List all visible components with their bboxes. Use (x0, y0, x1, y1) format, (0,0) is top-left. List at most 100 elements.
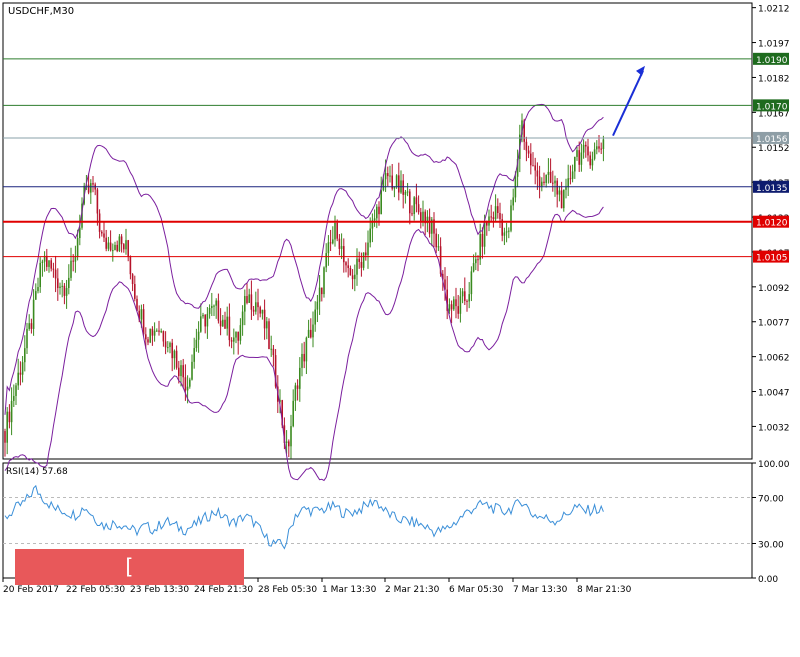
candle-body (248, 294, 250, 303)
candle-body (576, 150, 578, 157)
candle-body (68, 277, 70, 289)
candle-body (565, 187, 567, 190)
candle-body (389, 175, 391, 177)
candle-body (32, 299, 35, 329)
candle-body (6, 411, 8, 443)
candle-body (585, 144, 587, 147)
candle-body (494, 206, 497, 220)
candle-body (450, 304, 453, 310)
instaforex-watermark[interactable]: [ www.instaforex.com ] (15, 549, 244, 651)
candle-body (325, 253, 327, 268)
rsi-axis-tick-label: 30.00 (758, 541, 784, 551)
candle-body (118, 236, 121, 251)
candle-body (63, 285, 66, 296)
candle-body (211, 305, 213, 309)
candle-body (270, 348, 272, 350)
level-price-tag-label: 1.0135 (756, 184, 788, 194)
candle-body (70, 260, 72, 278)
candle-body (367, 242, 369, 256)
candle-body (28, 323, 30, 329)
candle-body (373, 218, 376, 221)
candle-body (327, 242, 330, 254)
candle-body (24, 348, 26, 363)
candle-body (90, 183, 92, 193)
candle-body (499, 212, 501, 220)
candle-body (354, 274, 356, 280)
candle-body (527, 150, 530, 154)
candle-body (147, 339, 149, 343)
candle-body (292, 400, 294, 427)
level-price-tag-label: 1.0105 (756, 254, 788, 264)
candle-body (538, 176, 541, 187)
candle-body (250, 294, 253, 310)
candle-body (593, 149, 596, 159)
candle-body (466, 300, 468, 302)
candle-body (222, 319, 224, 327)
candle-body (52, 268, 55, 270)
time-axis-tick-label: 28 Feb 05:30 (258, 585, 317, 595)
candle-body (175, 350, 178, 368)
candle-body (191, 361, 193, 380)
candle-body (290, 426, 292, 447)
projection-arrow-head (636, 65, 645, 76)
candle-body (235, 331, 237, 338)
price-axis-tick-label: 1.0032 (758, 423, 790, 433)
candle-body (380, 190, 382, 215)
rsi-label: RSI(14) 57.68 (6, 467, 68, 477)
candle-body (246, 296, 248, 303)
candle-body (101, 231, 103, 234)
candle-body (428, 216, 431, 234)
chart: 1.02121.01971.01821.01671.01521.01371.01… (0, 0, 800, 600)
candle-body (358, 258, 360, 262)
candle-body (224, 319, 226, 329)
candle-body (268, 321, 270, 350)
candle-body (578, 150, 580, 165)
candle-body (448, 304, 451, 311)
candle-body (321, 287, 323, 295)
symbol-label: USDCHF,M30 (8, 6, 74, 17)
level-price-tag-label: 1.0156 (756, 135, 788, 145)
candle-body (263, 309, 266, 329)
candle-body (285, 441, 288, 443)
candle-body (158, 330, 160, 332)
candle-body (167, 347, 169, 349)
candle-body (213, 305, 215, 307)
bollinger-upper-band (4, 103, 604, 415)
candle-body (316, 301, 319, 310)
price-axis-tick-label: 1.0197 (758, 40, 790, 50)
candle-body (142, 309, 145, 335)
candle-body (41, 261, 44, 263)
candle-body (145, 334, 147, 340)
candle-body (340, 246, 343, 249)
candle-body (512, 197, 514, 206)
candle-body (17, 372, 19, 386)
candle-body (189, 379, 191, 387)
candle-body (589, 155, 591, 166)
candle-body (409, 191, 411, 214)
candle-body (92, 183, 94, 185)
candle-body (296, 385, 299, 389)
candle-body (415, 197, 418, 205)
candle-body (468, 294, 470, 302)
candle-body (171, 342, 173, 359)
candle-body (169, 342, 171, 348)
candle-body (217, 300, 220, 321)
candle-body (197, 331, 200, 340)
candle-body (406, 191, 409, 193)
time-axis-tick-label: 1 Mar 13:30 (322, 585, 377, 595)
time-axis-tick-label: 6 Mar 05:30 (449, 585, 504, 595)
candle-body (202, 314, 204, 317)
candle-body (72, 260, 74, 262)
candle-body (323, 267, 325, 295)
candle-body (156, 330, 158, 332)
candle-body (307, 329, 310, 338)
candle-body (376, 206, 378, 219)
candle-body (338, 238, 341, 249)
candle-body (241, 311, 244, 326)
candle-body (149, 328, 151, 343)
candle-body (536, 170, 539, 177)
time-axis-tick-label: 8 Mar 21:30 (577, 585, 632, 595)
candle-body (481, 233, 484, 247)
candle-body (266, 321, 268, 329)
candle-body (87, 184, 90, 193)
